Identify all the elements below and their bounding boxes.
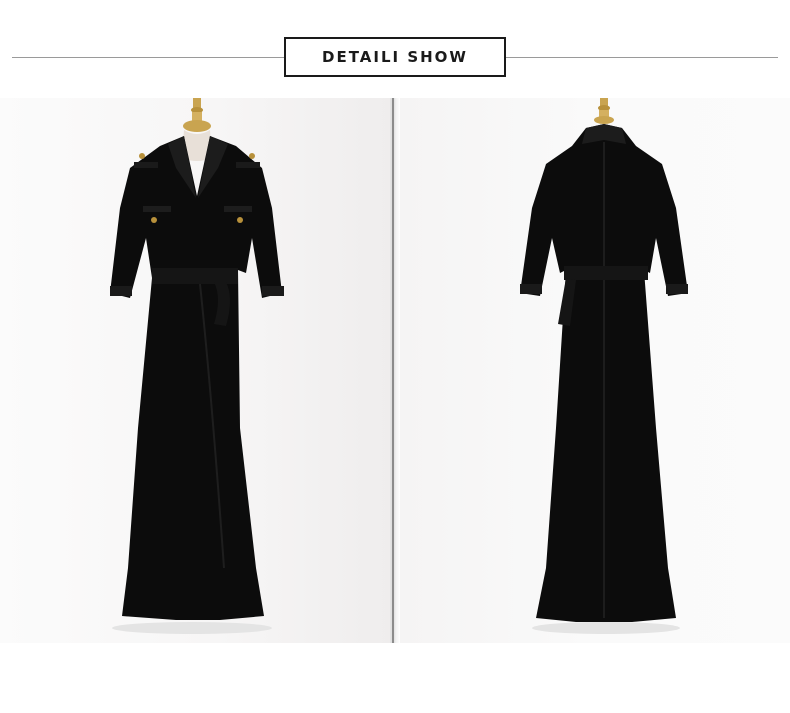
photo-divider-edge [392, 98, 394, 643]
mannequin-finial-icon [594, 98, 614, 124]
product-photo-back [400, 98, 790, 643]
header-rule-left [12, 57, 284, 58]
section-title-box: DETAILI SHOW [284, 37, 506, 77]
mannequin-finial-icon [183, 98, 211, 132]
back-dress-illustration [520, 98, 688, 634]
section-title: DETAILI SHOW [322, 48, 468, 66]
photo-divider [390, 98, 400, 643]
product-photo-front [0, 98, 390, 643]
front-dress-illustration [110, 98, 284, 634]
header-rule-right [506, 57, 778, 58]
